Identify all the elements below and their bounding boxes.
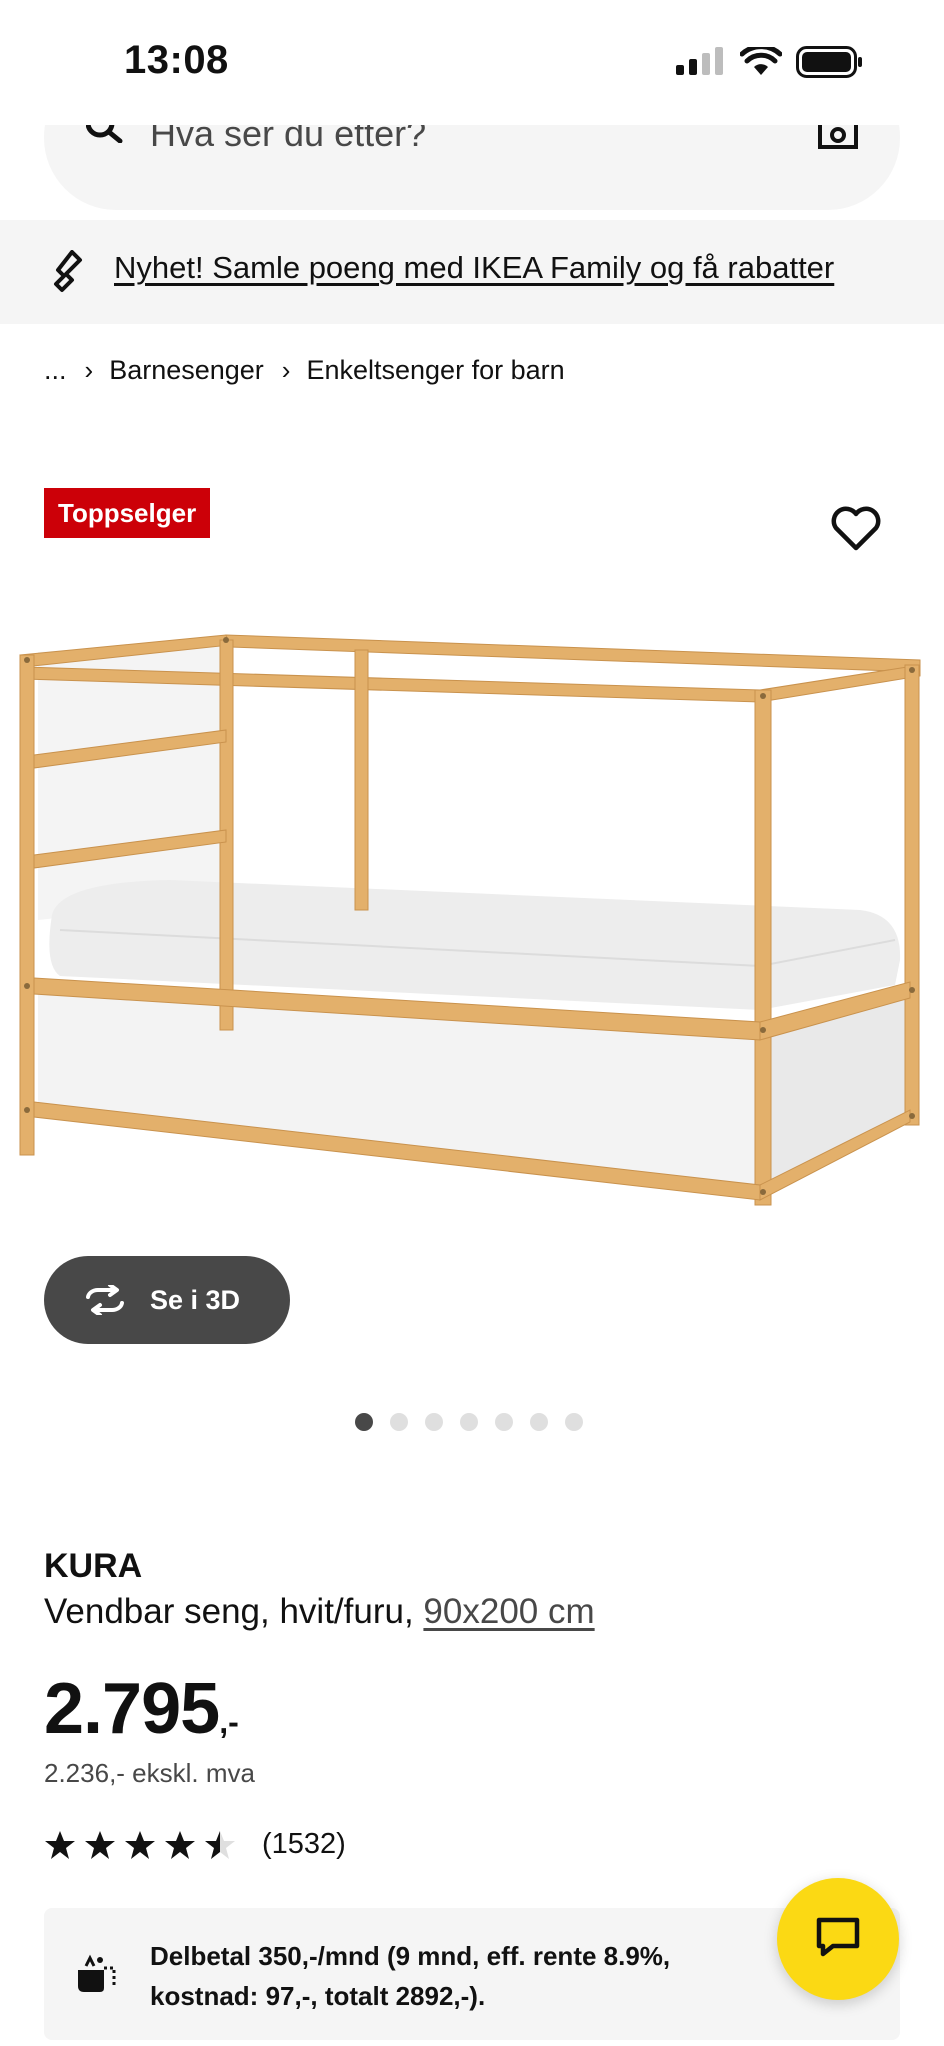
chevron-right-icon: › — [84, 355, 94, 385]
search-icon[interactable] — [85, 125, 124, 148]
carousel-dot[interactable] — [355, 1413, 373, 1431]
product-price: 2.795,- — [44, 1668, 239, 1750]
status-bar: 13:08 — [0, 0, 944, 125]
product-size-link[interactable]: 90x200 cm — [423, 1592, 594, 1631]
search-placeholder[interactable]: Hva ser du etter? — [150, 125, 426, 152]
chevron-right-icon: › — [281, 355, 291, 385]
star-icon — [45, 1830, 75, 1859]
ikea-family-link-icon — [50, 250, 86, 301]
search-bar-container: Hva ser du etter? — [0, 125, 944, 220]
product-rating[interactable]: (1532) — [44, 1828, 346, 1861]
installment-info[interactable]: Delbetal 350,-/mnd (9 mnd, eff. rente 8.… — [44, 1908, 900, 2040]
product-name: KURA — [44, 1547, 143, 1585]
image-carousel-dots — [355, 1413, 583, 1431]
price-ex-vat: 2.236,- ekskl. mva — [44, 1758, 255, 1788]
carousel-dot[interactable] — [495, 1413, 513, 1431]
star-icon — [165, 1830, 195, 1859]
view-3d-button[interactable]: Se i 3D — [44, 1256, 290, 1344]
star-icon — [125, 1830, 155, 1859]
top-seller-badge: Toppselger — [44, 488, 211, 538]
price-decimal: ,- — [219, 1704, 239, 1740]
status-time: 13:08 — [124, 38, 229, 82]
rating-stars — [44, 1830, 236, 1860]
price-integer: 2.795 — [44, 1669, 220, 1749]
carousel-dot[interactable] — [460, 1413, 478, 1431]
carousel-dot[interactable] — [530, 1413, 548, 1431]
breadcrumb: ... › Barnesenger › Enkeltsenger for bar… — [44, 355, 565, 386]
star-half-icon — [205, 1830, 235, 1859]
promo-banner[interactable]: Nyhet! Samle poeng med IKEA Family og få… — [0, 220, 944, 324]
bed-illustration — [19, 634, 921, 1206]
promo-link[interactable]: Nyhet! Samle poeng med IKEA Family og få… — [114, 250, 834, 286]
product-description-text: Vendbar seng, hvit/furu, — [44, 1592, 414, 1631]
battery-icon — [796, 46, 864, 83]
heart-icon[interactable] — [830, 506, 882, 557]
camera-icon[interactable] — [818, 125, 858, 156]
carousel-dot[interactable] — [390, 1413, 408, 1431]
rotate-3d-icon — [82, 1285, 128, 1315]
breadcrumb-ellipsis[interactable]: ... — [44, 355, 67, 386]
view-3d-label: Se i 3D — [150, 1284, 241, 1315]
product-image[interactable] — [0, 610, 944, 1230]
breadcrumb-item-barnesenger[interactable]: Barnesenger — [109, 355, 264, 386]
chat-button[interactable] — [777, 1878, 899, 2000]
carousel-dot[interactable] — [565, 1413, 583, 1431]
carousel-dot[interactable] — [425, 1413, 443, 1431]
review-count[interactable]: (1532) — [262, 1828, 346, 1861]
product-description: Vendbar seng, hvit/furu, 90x200 cm — [44, 1592, 595, 1632]
star-icon — [85, 1830, 115, 1859]
breadcrumb-item-enkeltsenger[interactable]: Enkeltsenger for barn — [306, 355, 564, 386]
chat-icon — [815, 1916, 861, 1963]
wifi-icon — [739, 44, 783, 82]
installment-text: Delbetal 350,-/mnd (9 mnd, eff. rente 8.… — [150, 1941, 671, 2011]
status-icons — [676, 44, 864, 83]
signal-icon — [676, 47, 726, 82]
payment-icon — [74, 1954, 120, 1999]
